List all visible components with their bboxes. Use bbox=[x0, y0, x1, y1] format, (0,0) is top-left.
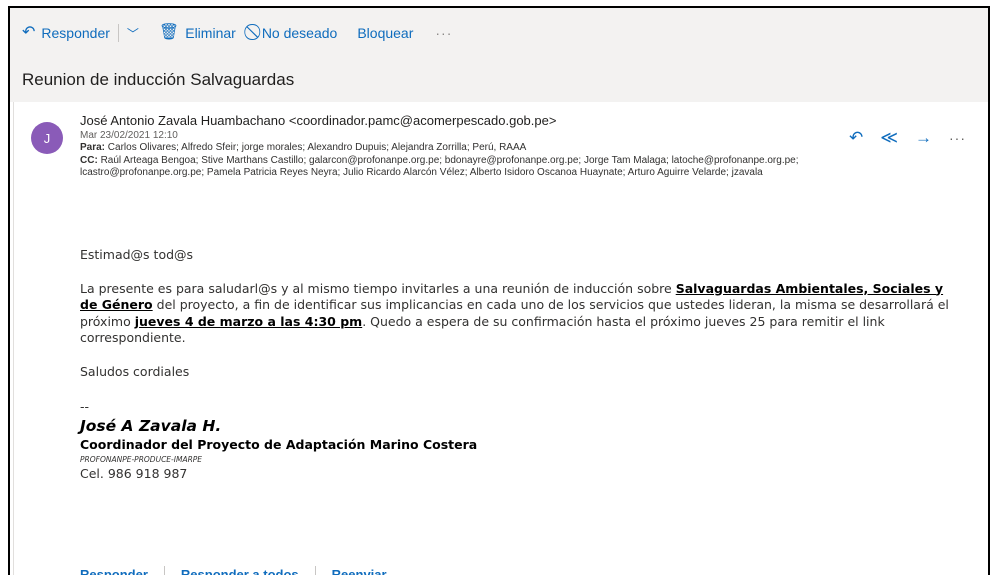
message-card: J José Antonio Zavala Huambachano <coord… bbox=[13, 102, 988, 575]
reading-pane: ↶ Responder ﹀ 🗑︎ Eliminar ⃠ No deseado B… bbox=[8, 6, 990, 575]
chevron-down-icon[interactable]: ﹀ bbox=[127, 25, 139, 42]
reply-icon[interactable]: ↶ bbox=[849, 128, 863, 148]
signature-title: Coordinador del Proyecto de Adaptación M… bbox=[80, 436, 478, 452]
body-text-a: La presente es para saludarl@s y al mism… bbox=[80, 280, 676, 296]
reply-all-icon[interactable]: ≪ bbox=[880, 128, 898, 148]
footer-divider bbox=[163, 566, 165, 575]
reply-icon: ↶ bbox=[22, 24, 36, 41]
more-actions-icon[interactable]: ··· bbox=[435, 25, 452, 41]
reply-button[interactable]: ↶ Responder bbox=[22, 24, 110, 42]
message-header: José Antonio Zavala Huambachano <coordin… bbox=[80, 113, 910, 180]
sent-date: Mar 23/02/2021 12:10 bbox=[80, 130, 178, 141]
footer-reply-all-button[interactable]: Responder a todos bbox=[181, 567, 299, 575]
block-sender-label: Bloquear bbox=[357, 25, 414, 41]
delete-button-label: Eliminar bbox=[185, 25, 236, 41]
to-label: Para: bbox=[80, 142, 106, 153]
block-sender-button[interactable]: Bloquear bbox=[357, 25, 413, 41]
footer-forward-button[interactable]: Reenviar bbox=[332, 567, 387, 575]
body-paragraph: La presente es para saludarl@s y al mism… bbox=[80, 281, 955, 347]
cc-recipients: CC: Raúl Arteaga Bengoa; Stive Marthans … bbox=[80, 155, 910, 180]
junk-button-label: No deseado bbox=[261, 25, 338, 41]
avatar-initial: J bbox=[43, 130, 51, 146]
reply-button-label: Responder bbox=[41, 25, 110, 41]
trash-icon: 🗑︎ bbox=[158, 24, 180, 41]
toolbar-divider bbox=[117, 24, 119, 42]
avatar[interactable]: J bbox=[31, 122, 63, 154]
footer-reply-button[interactable]: Responder bbox=[80, 567, 148, 575]
meeting-date-link[interactable]: jueves 4 de marzo a las 4:30 pm bbox=[135, 314, 362, 329]
message-body: Estimad@s tod@s La presente es para salu… bbox=[80, 247, 955, 482]
signature-name: José A Zavala H. bbox=[80, 416, 222, 435]
delete-button[interactable]: 🗑︎ Eliminar bbox=[158, 24, 236, 42]
closing: Saludos cordiales bbox=[80, 363, 190, 379]
signature-org: PROFONANPE-PRODUCE-IMARPE bbox=[80, 454, 203, 464]
greeting: Estimad@s tod@s bbox=[80, 247, 194, 262]
message-actions: ↶ ≪ → ··· bbox=[849, 128, 966, 148]
junk-button[interactable]: ⃠ No deseado bbox=[256, 25, 338, 41]
footer-divider bbox=[314, 566, 316, 575]
to-list[interactable]: Carlos Olivares; Alfredo Sfeir; jorge mo… bbox=[108, 142, 527, 153]
cc-list[interactable]: Raúl Arteaga Bengoa; Stive Marthans Cast… bbox=[80, 155, 799, 179]
email-subject: Reunion de inducción Salvaguardas bbox=[22, 70, 295, 89]
signature-phone: Cel. 986 918 987 bbox=[80, 465, 188, 481]
to-recipients: Para: Carlos Olivares; Alfredo Sfeir; jo… bbox=[80, 142, 910, 155]
cc-label: CC: bbox=[80, 154, 98, 166]
more-icon[interactable]: ··· bbox=[949, 130, 966, 146]
reply-footer: Responder Responder a todos Reenviar bbox=[80, 566, 387, 575]
forward-icon[interactable]: → bbox=[915, 128, 932, 148]
message-toolbar: ↶ Responder ﹀ 🗑︎ Eliminar ⃠ No deseado B… bbox=[10, 8, 988, 58]
subject-bar: Reunion de inducción Salvaguardas bbox=[10, 58, 988, 102]
signature-dash: -- bbox=[80, 399, 90, 414]
sender[interactable]: José Antonio Zavala Huambachano <coordin… bbox=[80, 113, 560, 129]
